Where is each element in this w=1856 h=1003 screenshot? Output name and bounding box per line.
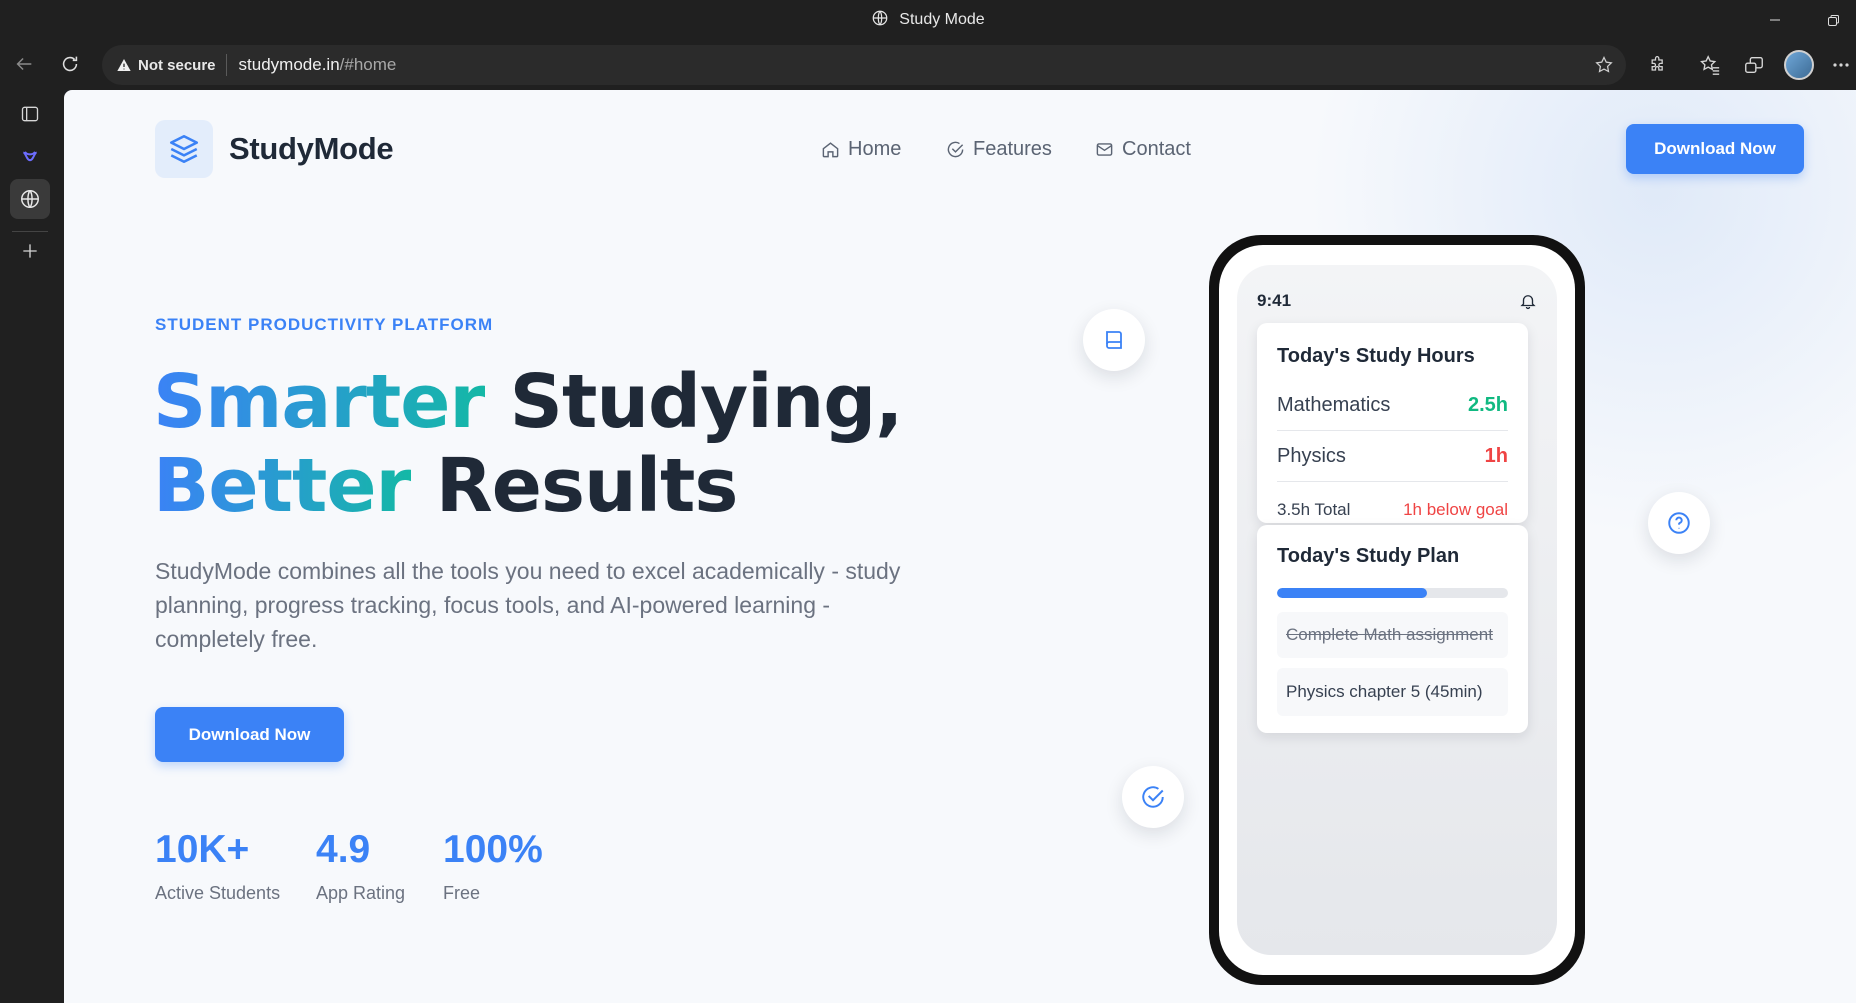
stat-app-rating: 4.9 App Rating xyxy=(316,830,405,904)
study-plan-card: Today's Study Plan Complete Math assignm… xyxy=(1257,525,1528,733)
hero-eyebrow: STUDENT PRODUCTIVITY PLATFORM xyxy=(155,315,494,334)
plan-progress-bar xyxy=(1277,588,1508,598)
subject-name: Mathematics xyxy=(1277,393,1391,416)
nav-label: Features xyxy=(973,138,1052,160)
card-title: Today's Study Hours xyxy=(1277,345,1475,367)
browser-toolbar: Not secure studymode.in/#home xyxy=(0,40,1856,90)
new-tab-plus-icon[interactable] xyxy=(10,231,50,271)
check-circle-icon xyxy=(947,141,964,158)
headline-gradient-word: Smarter xyxy=(153,359,486,445)
browser-sidebar xyxy=(0,90,64,1003)
mail-icon xyxy=(1096,143,1113,156)
active-tab-globe-icon[interactable] xyxy=(10,179,50,219)
headline-gradient-word: Better xyxy=(153,443,412,529)
stat-value: 100% xyxy=(443,828,543,871)
stat-label: Active Students xyxy=(155,883,281,903)
headline-line-2: Better Results xyxy=(153,444,902,528)
more-options-icon[interactable] xyxy=(1826,48,1856,82)
phone-time: 9:41 xyxy=(1257,291,1292,310)
goal-status: 1h below goal xyxy=(1403,500,1508,519)
stat-label: App Rating xyxy=(316,883,406,903)
phone-status-bar: 9:41 xyxy=(1257,291,1537,311)
window-title-text: Study Mode xyxy=(899,11,985,28)
header-download-button[interactable]: Download Now xyxy=(1626,124,1804,174)
brand-name: StudyMode xyxy=(229,131,394,166)
browser-title-bar: Study Mode xyxy=(0,0,1856,40)
subject-hours: 1h xyxy=(1484,444,1508,467)
help-circle-icon xyxy=(1648,492,1710,554)
task-item[interactable]: Physics chapter 5 (45min) xyxy=(1277,668,1508,716)
copilot-icon[interactable] xyxy=(10,136,50,176)
total-hours: 3.5h Total xyxy=(1277,500,1351,519)
plan-progress-fill xyxy=(1277,588,1428,598)
hero-download-button[interactable]: Download Now xyxy=(155,707,344,762)
headline-text: Results xyxy=(411,443,739,529)
subject-hours: 2.5h xyxy=(1467,393,1508,416)
phone-mockup: 9:41 Today's Study Hours Mathematics 2.5… xyxy=(1209,235,1585,985)
nav-label: Home xyxy=(848,138,902,160)
favorites-icon[interactable] xyxy=(1692,48,1728,82)
book-icon xyxy=(1083,309,1145,371)
stat-value: 10K+ xyxy=(155,828,250,871)
headline-text: Studying, xyxy=(484,359,904,445)
nav-link-features[interactable]: Features xyxy=(946,138,1052,161)
profile-avatar[interactable] xyxy=(1784,50,1814,80)
divider xyxy=(225,54,227,76)
home-icon xyxy=(822,142,839,158)
subject-name: Physics xyxy=(1277,444,1346,467)
globe-icon xyxy=(871,9,889,32)
layers-logo-icon xyxy=(155,120,213,178)
bell-icon xyxy=(1520,295,1536,310)
task-item-completed[interactable]: Complete Math assignment xyxy=(1277,612,1508,658)
nav-label: Contact xyxy=(1122,138,1191,160)
url-path: /#home xyxy=(339,55,397,74)
warning-icon xyxy=(117,59,131,71)
collections-icon[interactable] xyxy=(1736,48,1772,82)
nav-link-home[interactable]: Home xyxy=(821,138,901,161)
address-bar[interactable]: Not secure studymode.in/#home xyxy=(102,45,1626,85)
favorite-star-icon[interactable] xyxy=(1592,53,1616,77)
site-logo[interactable]: StudyMode xyxy=(155,120,394,178)
check-circle-icon xyxy=(1122,766,1184,828)
nav-link-contact[interactable]: Contact xyxy=(1095,138,1191,161)
security-indicator[interactable]: Not secure xyxy=(112,57,226,74)
window-title: Study Mode xyxy=(0,0,1856,40)
back-button[interactable] xyxy=(6,46,42,82)
phone-bezel: 9:41 Today's Study Hours Mathematics 2.5… xyxy=(1219,245,1575,975)
web-page: StudyMode Home Features Contact Download… xyxy=(64,90,1856,1003)
reload-button[interactable] xyxy=(52,46,88,82)
extensions-icon[interactable] xyxy=(1640,48,1676,82)
stat-free: 100% Free xyxy=(443,830,543,904)
url-host: studymode.in xyxy=(238,55,340,74)
headline-line-1: Smarter Studying, xyxy=(153,359,904,445)
phone-screen: 9:41 Today's Study Hours Mathematics 2.5… xyxy=(1237,265,1557,955)
card-title: Today's Study Plan xyxy=(1277,545,1460,567)
subject-row-physics: Physics 1h xyxy=(1277,431,1508,482)
stat-label: Free xyxy=(443,883,481,903)
tab-actions-icon[interactable] xyxy=(10,94,50,134)
hero-description: StudyMode combines all the tools you nee… xyxy=(155,558,901,652)
minimize-button[interactable] xyxy=(1752,0,1798,40)
restore-button[interactable] xyxy=(1810,0,1856,40)
stat-active-students: 10K+ Active Students xyxy=(155,830,280,904)
subject-row-mathematics: Mathematics 2.5h xyxy=(1277,380,1508,431)
hero-headline: Smarter Studying, Better Results xyxy=(153,359,904,528)
stat-value: 4.9 xyxy=(316,828,371,871)
security-label: Not secure xyxy=(138,56,216,74)
study-hours-card: Today's Study Hours Mathematics 2.5h Phy… xyxy=(1257,323,1528,523)
